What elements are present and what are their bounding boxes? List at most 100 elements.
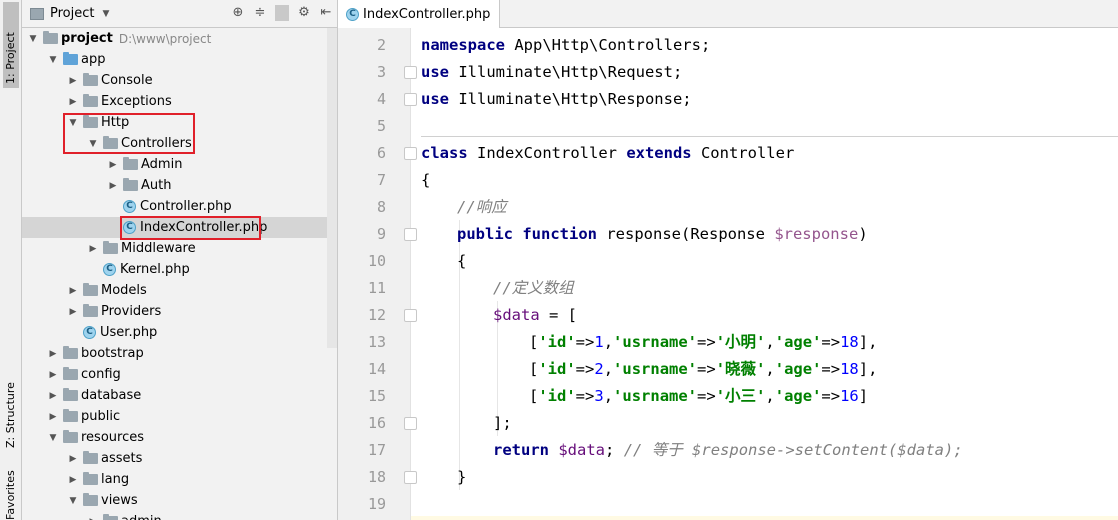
chevron-right-icon[interactable]: ▶ bbox=[66, 475, 80, 485]
chevron-down-icon[interactable]: ▼ bbox=[66, 496, 80, 506]
tree-item-models[interactable]: ▶ Models bbox=[22, 280, 327, 301]
string: 'age' bbox=[774, 333, 822, 351]
fold-marker[interactable] bbox=[404, 309, 417, 322]
code-line-6[interactable]: class IndexController extends Controller bbox=[421, 140, 1118, 167]
chevron-right-icon[interactable]: ▶ bbox=[46, 391, 60, 401]
tree-item-lang[interactable]: ▶ lang bbox=[22, 469, 327, 490]
chevron-right-icon[interactable]: ▶ bbox=[46, 370, 60, 380]
chevron-down-icon[interactable]: ▼ bbox=[46, 433, 60, 443]
tree-item-auth[interactable]: ▶ Auth bbox=[22, 175, 327, 196]
line-gutter[interactable]: 2 3 4 5 6 7 8 9 10 11 12 13 14 15 16 17 … bbox=[338, 28, 417, 520]
code-line-15[interactable]: ['id'=>3,'usrname'=>'小三','age'=>16] bbox=[421, 383, 1118, 410]
chevron-right-icon[interactable]: ▶ bbox=[46, 349, 60, 359]
keyword: namespace bbox=[421, 36, 505, 54]
code-line-16[interactable]: ]; bbox=[421, 410, 1118, 437]
tree-item-bootstrap[interactable]: ▶ bootstrap bbox=[22, 343, 327, 364]
folder-icon bbox=[103, 241, 118, 254]
string-value: 小明 bbox=[725, 333, 757, 351]
variable: $data bbox=[558, 441, 606, 459]
code-line-11[interactable]: //定义数组 bbox=[421, 275, 1118, 302]
line-number: 3 bbox=[376, 63, 386, 81]
code-line-10[interactable]: { bbox=[421, 248, 1118, 275]
line-number: 11 bbox=[367, 279, 386, 297]
code-line-14[interactable]: ['id'=>2,'usrname'=>'晓薇','age'=>18], bbox=[421, 356, 1118, 383]
chevron-right-icon[interactable]: ▶ bbox=[46, 412, 60, 422]
project-tool-button[interactable]: 1: Project bbox=[3, 2, 19, 88]
chevron-right-icon[interactable]: ▶ bbox=[106, 160, 120, 170]
project-view-selector[interactable]: Project bbox=[50, 6, 94, 21]
code-line-13[interactable]: ['id'=>1,'usrname'=>'小明','age'=>18], bbox=[421, 329, 1118, 356]
gear-icon[interactable]: ⚙ bbox=[297, 5, 311, 21]
keyword: extends bbox=[626, 144, 692, 162]
chevron-right-icon[interactable]: ▶ bbox=[86, 517, 100, 520]
tree-item-project[interactable]: ▼ project D:\www\project bbox=[22, 28, 327, 49]
locate-icon[interactable]: ⊕ bbox=[231, 5, 245, 21]
folder-icon bbox=[63, 52, 78, 65]
code-line-2[interactable]: namespace App\Http\Controllers; bbox=[421, 32, 1118, 59]
code-line-7[interactable]: { bbox=[421, 167, 1118, 194]
code-line-8[interactable]: //响应 bbox=[421, 194, 1118, 221]
chevron-right-icon[interactable]: ▶ bbox=[66, 307, 80, 317]
method-separator bbox=[421, 136, 1118, 137]
chevron-right-icon[interactable]: ▶ bbox=[66, 76, 80, 86]
tree-item-admin-view[interactable]: ▶ admin bbox=[22, 511, 327, 520]
tree-item-assets[interactable]: ▶ assets bbox=[22, 448, 327, 469]
tree-item-label: resources bbox=[81, 430, 145, 445]
tree-item-resources[interactable]: ▼ resources bbox=[22, 427, 327, 448]
toolbar-divider bbox=[275, 5, 289, 21]
string: 'id' bbox=[538, 387, 576, 405]
code-line-12[interactable]: $data = [ bbox=[421, 302, 1118, 329]
structure-tool-button[interactable]: Z: Structure bbox=[3, 358, 19, 448]
fold-marker[interactable] bbox=[404, 228, 417, 241]
tree-item-public[interactable]: ▶ public bbox=[22, 406, 327, 427]
project-tree: ▼ project D:\www\project ▼ app ▶ Console ▶ Ex… bbox=[22, 28, 337, 520]
comment: //响应 bbox=[457, 198, 507, 216]
tree-item-label: Admin bbox=[141, 157, 183, 172]
chevron-down-icon[interactable]: ▼ bbox=[26, 34, 40, 44]
chevron-right-icon[interactable]: ▶ bbox=[106, 181, 120, 191]
code-text: { bbox=[421, 171, 431, 189]
tree-item-admin[interactable]: ▶ Admin bbox=[22, 154, 327, 175]
chevron-right-icon[interactable]: ▶ bbox=[66, 286, 80, 296]
code-line-18[interactable]: } bbox=[421, 464, 1118, 491]
chevron-down-icon[interactable]: ▼ bbox=[46, 55, 60, 65]
tree-item-providers[interactable]: ▶ Providers bbox=[22, 301, 327, 322]
fold-marker[interactable] bbox=[404, 66, 417, 79]
chevron-right-icon[interactable]: ▶ bbox=[66, 97, 80, 107]
chevron-right-icon[interactable]: ▶ bbox=[66, 454, 80, 464]
tree-item-label: bootstrap bbox=[81, 346, 144, 361]
tree-item-database[interactable]: ▶ database bbox=[22, 385, 327, 406]
number: 2 bbox=[594, 360, 604, 378]
tree-item-views[interactable]: ▼ views bbox=[22, 490, 327, 511]
fold-marker[interactable] bbox=[404, 417, 417, 430]
fold-marker[interactable] bbox=[404, 93, 417, 106]
code-text: Controller bbox=[691, 144, 795, 162]
code-line-9[interactable]: public function response(Response $respo… bbox=[421, 221, 1118, 248]
tab-indexcontroller[interactable]: C IndexController.php bbox=[338, 0, 500, 28]
chevron-right-icon[interactable]: ▶ bbox=[86, 244, 100, 254]
line-number: 8 bbox=[376, 198, 386, 216]
tree-item-label: views bbox=[101, 493, 138, 508]
favorites-tool-button[interactable]: Favorites bbox=[3, 458, 19, 520]
tree-item-controller-php[interactable]: C Controller.php bbox=[22, 196, 327, 217]
annotation-box-http-controllers bbox=[63, 113, 195, 154]
fold-marker[interactable] bbox=[404, 471, 417, 484]
tree-item-user-php[interactable]: C User.php bbox=[22, 322, 327, 343]
comment: //定义数组 bbox=[493, 279, 574, 297]
chevron-down-icon[interactable]: ▼ bbox=[102, 9, 109, 19]
code-line-17[interactable]: return $data; // 等于 $response->setConten… bbox=[421, 437, 1118, 464]
folder-icon bbox=[63, 430, 78, 443]
code-line-3[interactable]: use Illuminate\Http\Request; bbox=[421, 59, 1118, 86]
tree-item-app[interactable]: ▼ app bbox=[22, 49, 327, 70]
tree-item-config[interactable]: ▶ config bbox=[22, 364, 327, 385]
tree-item-console[interactable]: ▶ Console bbox=[22, 70, 327, 91]
tree-item-label: Auth bbox=[141, 178, 172, 193]
hide-panel-icon[interactable]: ⇤ bbox=[319, 5, 333, 21]
tree-item-exceptions[interactable]: ▶ Exceptions bbox=[22, 91, 327, 112]
code-line-4[interactable]: use Illuminate\Http\Response; bbox=[421, 86, 1118, 113]
fold-marker[interactable] bbox=[404, 147, 417, 160]
tree-item-middleware[interactable]: ▶ Middleware bbox=[22, 238, 327, 259]
string: 'age' bbox=[774, 360, 822, 378]
collapse-all-icon[interactable]: ≑ bbox=[253, 5, 267, 21]
tree-item-kernel-php[interactable]: C Kernel.php bbox=[22, 259, 327, 280]
